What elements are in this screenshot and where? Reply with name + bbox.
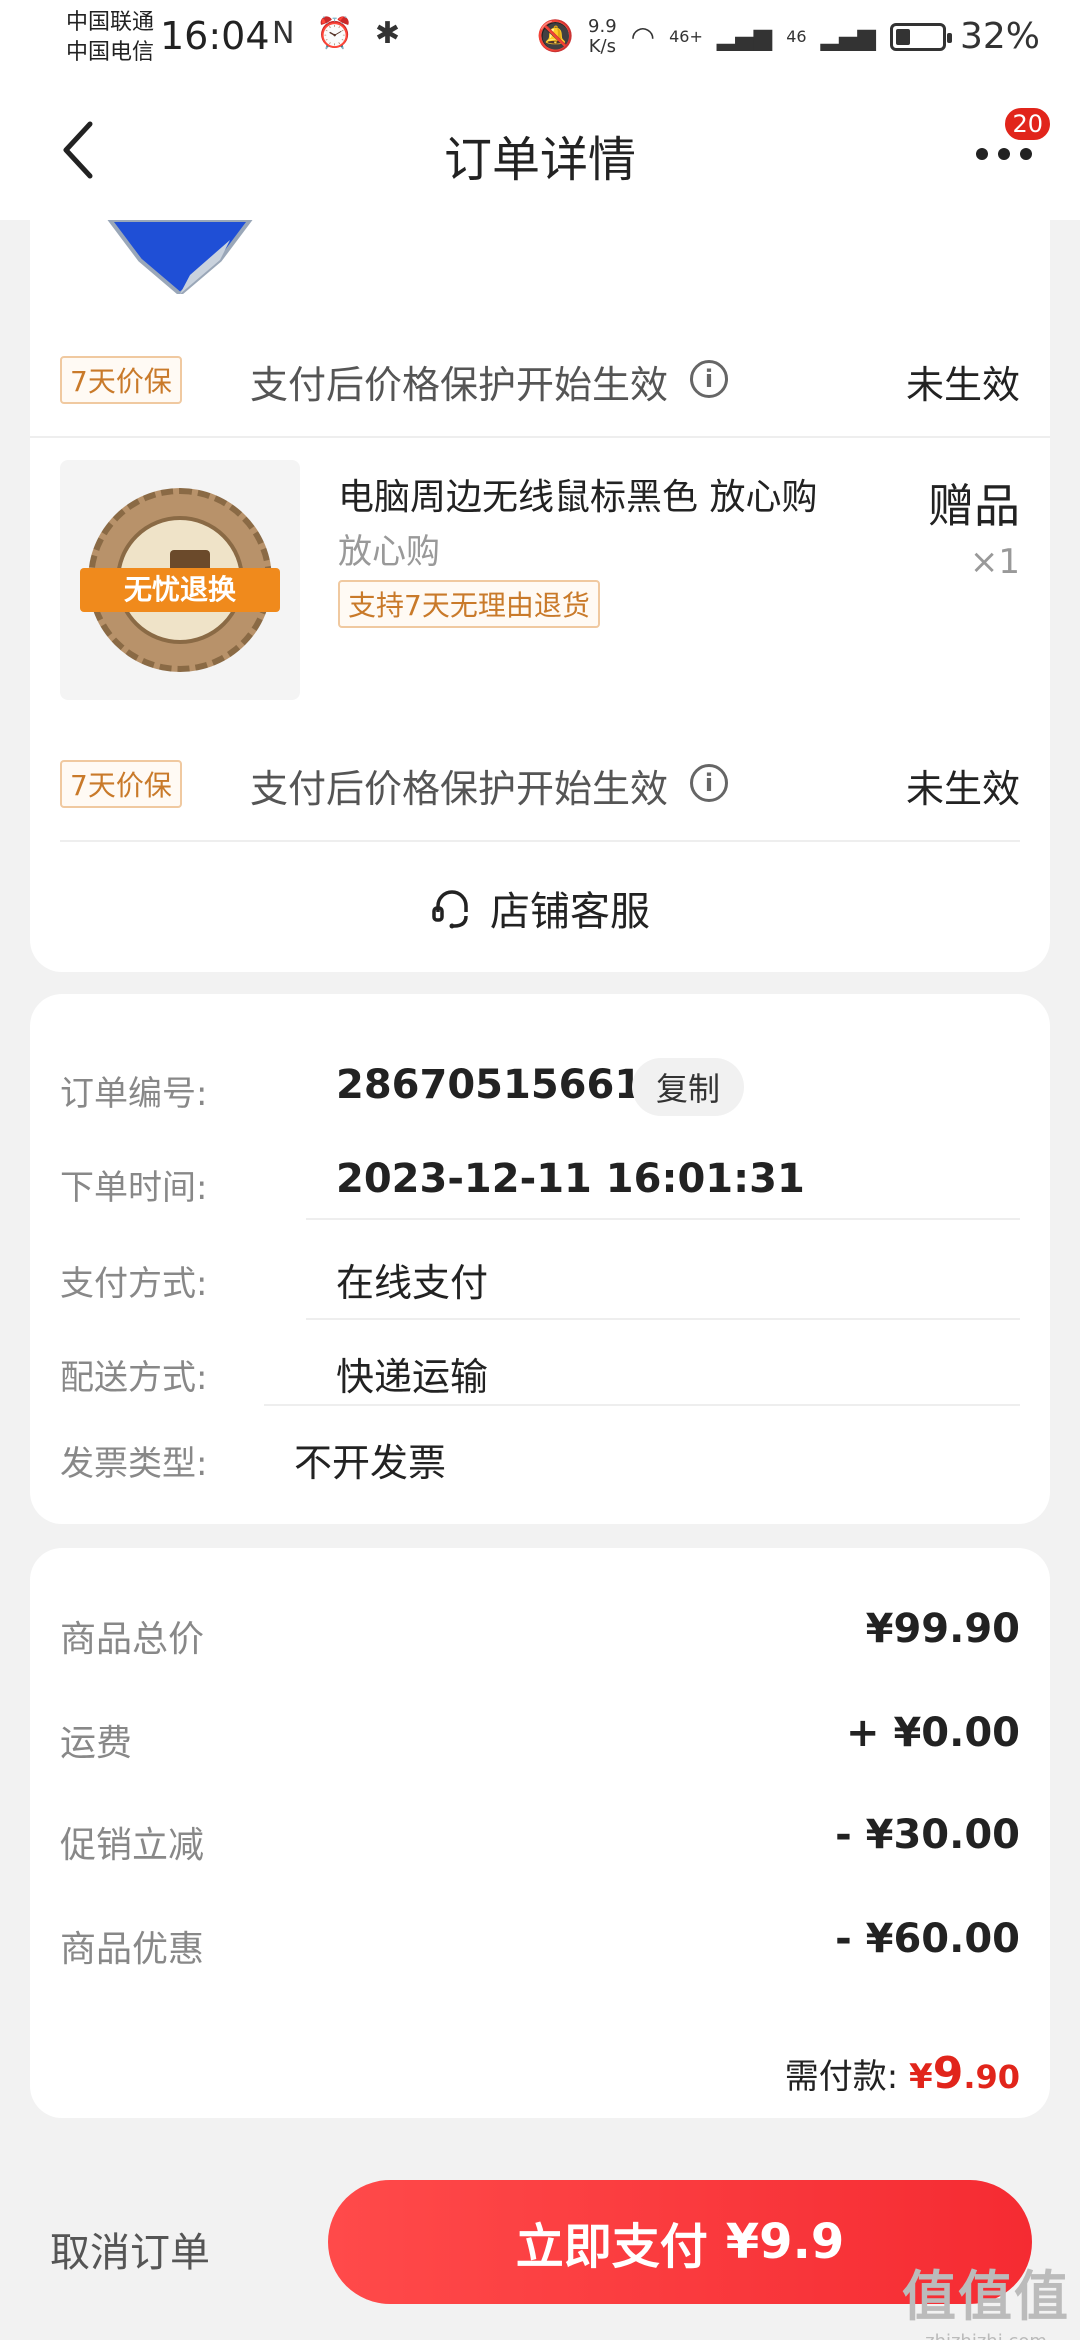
status-time: 16:04 [160, 14, 270, 58]
headset-icon [432, 890, 468, 929]
price-summary-card: 商品总价 ¥99.90 运费 + ¥0.00 促销立减 - ¥30.00 商品优… [30, 1548, 1050, 2118]
subtotal-row: 商品总价 ¥99.90 [60, 1596, 1020, 1666]
price-protect-desc: 支付后价格保护开始生效 [250, 363, 669, 407]
battery-percent: 32% [959, 16, 1040, 57]
divider [306, 1218, 1020, 1220]
pay-now-amount: ¥9.9 [725, 2214, 845, 2270]
total-dec: .90 [963, 2058, 1020, 2096]
order-number-value: 286705156613 [336, 1062, 670, 1108]
net-speed-unit: K/s [588, 35, 616, 57]
net-speed-value: 9.9 [588, 15, 617, 37]
order-time-value: 2023-12-11 16:01:31 [336, 1156, 805, 1202]
invoice-type-value: 不开发票 [294, 1441, 447, 1485]
price-protect-tag: 7天价保 [60, 356, 182, 404]
order-number-label: 订单编号: [60, 1074, 208, 1114]
store-service-label: 店铺客服 [490, 889, 650, 935]
shipping-label: 运费 [60, 1723, 133, 1764]
product-quantity: ×1 [969, 542, 1020, 582]
store-service-button[interactable]: 店铺客服 [30, 868, 1050, 948]
product-subtitle: 放心购 [338, 532, 440, 572]
signal-2-icon: ▂▄▆ [820, 22, 876, 51]
shipping-row: 运费 + ¥0.00 [60, 1700, 1020, 1770]
status-right: 🔕 9.9 K/s ◠ 46+ ▂▄▆ 46 ▂▄▆ 32% [537, 16, 1040, 57]
price-protect-status: 未生效 [905, 767, 1020, 811]
price-protect-status: 未生效 [905, 363, 1020, 407]
total-symbol: ¥ [909, 2057, 933, 2097]
product-card: 7天价保 支付后价格保护开始生效 i 未生效 无忧退换 电脑周边无线鼠标黑色 放… [30, 220, 1050, 972]
divider [60, 840, 1020, 842]
delivery-method-label: 配送方式: [60, 1358, 208, 1398]
wifi-icon: ◠ [630, 20, 656, 53]
total-amount: ¥9.90 [909, 2048, 1020, 2099]
signal-2-label: 46 [786, 27, 807, 46]
delivery-method-row: 配送方式: 快递运输 [60, 1338, 1020, 1408]
price-protect-row-2: 7天价保 支付后价格保护开始生效 i 未生效 [60, 752, 1050, 812]
status-bar: 中国联通 中国电信 16:04 N ⏰ ✱ 🔕 9.9 K/s ◠ 46+ ▂▄… [0, 0, 1080, 80]
shield-icon [107, 220, 253, 294]
carrier-1: 中国联通 [66, 10, 155, 35]
watermark-sub: zhizhizhi.com [902, 2331, 1070, 2340]
invoice-type-label: 发票类型: [60, 1444, 208, 1484]
product-thumbnail[interactable]: 无忧退换 [60, 460, 300, 700]
price-protect-row: 7天价保 支付后价格保护开始生效 i 未生效 [60, 348, 1050, 408]
divider [30, 436, 1050, 438]
info-icon[interactable]: i [690, 764, 728, 802]
cancel-order-button[interactable]: 取消订单 [50, 2220, 210, 2278]
invoice-type-row: 发票类型: 不开发票 [60, 1424, 1020, 1494]
signal-1-label: 46+ [669, 27, 703, 46]
status-icons: N ⏰ ✱ [272, 16, 407, 51]
price-protect-desc: 支付后价格保护开始生效 [250, 767, 669, 811]
price-protect-tag: 7天价保 [60, 760, 182, 808]
order-time-row: 下单时间: 2023-12-11 16:01:31 [60, 1148, 1020, 1218]
subtotal-value: ¥99.90 [865, 1606, 1020, 1652]
divider [264, 1404, 1020, 1406]
gift-badge: 赠品 [928, 479, 1020, 533]
return-policy-tag: 支持7天无理由退货 [338, 580, 600, 628]
bottom-action-bar: 取消订单 立即支付 ¥9.9 值值值 zhizhizhi.com [0, 2160, 1080, 2340]
promo-value: - ¥30.00 [835, 1812, 1020, 1858]
payment-method-row: 支付方式: 在线支付 [60, 1244, 1020, 1314]
pay-now-label: 立即支付 [515, 2219, 708, 2275]
notification-badge: 20 [1003, 106, 1052, 142]
more-button[interactable]: 20 [972, 106, 1052, 180]
total-label: 需付款: [784, 2057, 899, 2097]
order-number-row: 订单编号: 286705156613 复制 [60, 1054, 1020, 1124]
more-dots-icon [976, 148, 1032, 160]
signal-1-icon: ▂▄▆ [716, 22, 773, 51]
delivery-method-value: 快递运输 [336, 1355, 489, 1399]
payment-method-value: 在线支付 [336, 1261, 489, 1305]
divider [306, 1318, 1020, 1320]
page-title: 订单详情 [443, 132, 636, 188]
discount-row: 商品优惠 - ¥60.00 [60, 1906, 1020, 1976]
order-info-card: 订单编号: 286705156613 复制 下单时间: 2023-12-11 1… [30, 994, 1050, 1524]
info-icon[interactable]: i [690, 360, 728, 398]
promo-row: 促销立减 - ¥30.00 [60, 1802, 1020, 1872]
battery-fill [895, 28, 911, 45]
subtotal-label: 商品总价 [60, 1619, 205, 1660]
shipping-value: + ¥0.00 [846, 1710, 1020, 1756]
discount-label: 商品优惠 [60, 1929, 205, 1970]
carrier-2: 中国电信 [66, 40, 155, 65]
total-due: 需付款: ¥9.90 [785, 2048, 1020, 2099]
battery-icon [889, 22, 952, 51]
copy-button[interactable]: 复制 [632, 1058, 745, 1116]
watermark-logo: 值值值 zhizhizhi.com [902, 2252, 1070, 2340]
total-int: 9 [932, 2048, 964, 2099]
net-speed: 9.9 K/s [588, 15, 617, 57]
carrier-names: 中国联通 中国电信 [66, 8, 154, 68]
discount-value: - ¥60.00 [835, 1916, 1020, 1962]
product-name[interactable]: 电脑周边无线鼠标黑色 放心购 [338, 468, 817, 520]
watermark-main: 值值值 [902, 2265, 1070, 2328]
order-time-label: 下单时间: [60, 1168, 208, 1208]
promo-label: 促销立减 [60, 1825, 205, 1866]
payment-method-label: 支付方式: [60, 1264, 208, 1304]
mute-icon: 🔕 [536, 19, 575, 54]
seal-ribbon: 无忧退换 [80, 568, 280, 612]
nav-bar: 订单详情 20 [0, 80, 1080, 220]
